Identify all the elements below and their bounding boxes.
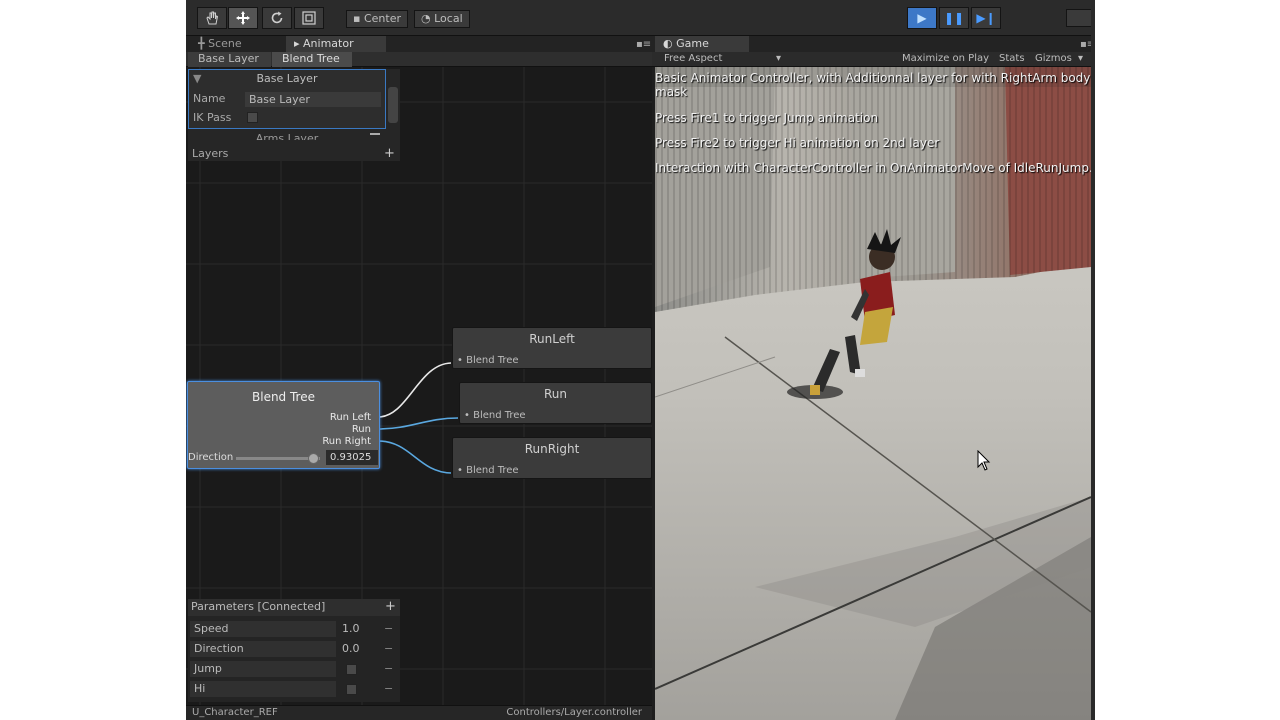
right-tab-strip: ◐ Game ▪≡	[652, 36, 1095, 52]
remove-parameter-icon[interactable]: −	[384, 661, 393, 677]
pivot-mode-icon: ▪	[353, 12, 361, 25]
gizmos-toggle[interactable]: Gizmos	[1035, 52, 1072, 66]
aspect-dropdown-arrow-icon[interactable]: ▾	[776, 52, 781, 66]
parameter-row-direction[interactable]: Direction 0.0 −	[190, 641, 398, 658]
game-icon: ◐	[663, 37, 673, 50]
direction-value-field[interactable]: 0.93025	[326, 450, 378, 465]
pivot-mode-button[interactable]: ▪ Center	[346, 10, 408, 28]
play-button[interactable]: ▶	[907, 7, 937, 29]
parameter-checkbox[interactable]	[346, 664, 357, 675]
animator-panel: Base Layer Blend Tree ▼ Base Layer Name …	[186, 52, 652, 720]
panel-menu-icon[interactable]: ▪≡	[636, 39, 651, 50]
motion-node-runright[interactable]: RunRight • Blend Tree	[452, 437, 652, 479]
parameters-header-text: Parameters [Connected]	[191, 600, 326, 613]
play-icon: ▶	[917, 11, 927, 25]
parameter-value[interactable]: 1.0	[342, 621, 360, 637]
rotate-icon	[271, 11, 283, 24]
animator-status-bar: U_Character_REF Controllers/Layer.contro…	[186, 705, 652, 720]
parameter-name[interactable]: Speed	[190, 621, 336, 637]
window-right-edge	[1091, 0, 1095, 720]
remove-parameter-icon[interactable]: −	[384, 621, 393, 637]
scene-icon: ╋	[198, 37, 205, 50]
game-toolbar: Free Aspect ▾ Maximize on Play Stats Giz…	[652, 52, 1095, 67]
pause-icon: ❚❚	[943, 11, 965, 25]
maximize-on-play-toggle[interactable]: Maximize on Play	[902, 52, 989, 66]
motion-node-runleft[interactable]: RunLeft • Blend Tree	[452, 327, 652, 369]
direction-param-label: Direction	[188, 452, 234, 463]
pivot-rotation-label: Local	[434, 12, 463, 25]
left-tab-strip: ╋ Scene ▸ Animator ▪≡	[186, 36, 652, 52]
parameter-name[interactable]: Jump	[190, 661, 336, 677]
tab-animator-label: Animator	[303, 37, 354, 50]
hand-tool-button[interactable]	[197, 7, 227, 29]
output-run[interactable]: Run	[352, 424, 371, 435]
unity-editor-window: ▪ Center ◔ Local ▶ ❚❚ ▶❙ ╋ Scene ▸ Anima…	[186, 0, 1095, 720]
remove-parameter-icon[interactable]: −	[384, 681, 393, 697]
parameter-checkbox[interactable]	[346, 684, 357, 695]
pause-button[interactable]: ❚❚	[939, 7, 969, 29]
pivot-rotation-icon: ◔	[421, 12, 431, 25]
game-message: Interaction with CharacterController in …	[655, 161, 1091, 175]
status-object-name: U_Character_REF	[192, 707, 278, 718]
animator-icon: ▸	[294, 37, 300, 50]
output-run-left[interactable]: Run Left	[330, 412, 371, 423]
step-icon: ▶❙	[976, 11, 996, 25]
motion-node-port: • Blend Tree	[457, 465, 519, 476]
status-controller-path: Controllers/Layer.controller	[506, 707, 642, 718]
wire-run-right	[377, 440, 452, 474]
stats-toggle[interactable]: Stats	[999, 52, 1025, 66]
rotate-tool-button[interactable]	[262, 7, 292, 29]
tab-scene-label: Scene	[208, 37, 242, 50]
parameters-header: Parameters [Connected]	[188, 599, 400, 616]
parameter-row-hi[interactable]: Hi −	[190, 681, 398, 698]
wire-run-left	[377, 362, 452, 418]
tab-animator[interactable]: ▸ Animator	[286, 36, 386, 52]
add-parameter-icon[interactable]: +	[385, 599, 396, 614]
mouse-cursor-icon	[977, 450, 991, 471]
wire-run	[377, 417, 459, 430]
parameter-name[interactable]: Hi	[190, 681, 336, 697]
game-message: Press Fire2 to trigger Hi animation on 2…	[655, 136, 940, 150]
parameter-name[interactable]: Direction	[190, 641, 336, 657]
parameters-panel: Parameters [Connected] + Speed 1.0 − Dir…	[188, 599, 400, 702]
pivot-mode-label: Center	[363, 12, 401, 25]
tab-game[interactable]: ◐ Game	[655, 36, 749, 52]
aspect-label: Free Aspect	[664, 53, 723, 64]
parameter-value[interactable]: 0.0	[342, 641, 360, 657]
hand-icon	[206, 11, 219, 25]
parameter-row-speed[interactable]: Speed 1.0 −	[190, 621, 398, 638]
game-view[interactable]: Basic Animator Controller, with Addition…	[655, 67, 1091, 720]
blend-tree-node-title: Blend Tree	[252, 390, 315, 404]
motion-node-title: RunRight	[524, 442, 580, 456]
tab-game-label: Game	[676, 37, 709, 50]
game-message: Basic Animator Controller, with Addition…	[655, 71, 1091, 85]
game-message: Press Fire1 to trigger Jump animation	[655, 111, 879, 125]
motion-node-port: • Blend Tree	[457, 355, 519, 366]
pivot-rotation-button[interactable]: ◔ Local	[414, 10, 470, 28]
parameter-row-jump[interactable]: Jump −	[190, 661, 398, 678]
main-toolbar: ▪ Center ◔ Local ▶ ❚❚ ▶❙	[186, 0, 1095, 36]
scale-icon	[302, 11, 316, 25]
gizmos-dropdown-arrow-icon[interactable]: ▾	[1078, 52, 1083, 66]
motion-node-title: RunLeft	[529, 332, 575, 346]
step-button[interactable]: ▶❙	[971, 7, 1001, 29]
tab-scene[interactable]: ╋ Scene	[190, 36, 250, 52]
remove-parameter-icon[interactable]: −	[384, 641, 393, 657]
motion-node-title: Run	[543, 387, 567, 401]
scale-tool-button[interactable]	[294, 7, 324, 29]
output-run-right[interactable]: Run Right	[322, 436, 371, 447]
aspect-dropdown[interactable]: Free Aspect	[664, 52, 722, 66]
blend-tree-node[interactable]: Blend Tree Run Left Run Run Right Direct…	[187, 381, 380, 469]
motion-node-port: • Blend Tree	[464, 410, 526, 421]
move-icon	[236, 11, 250, 25]
game-message: mask	[655, 85, 688, 99]
motion-node-run[interactable]: Run • Blend Tree	[459, 382, 652, 424]
direction-slider-knob[interactable]	[308, 453, 320, 464]
move-tool-button[interactable]	[228, 7, 258, 29]
